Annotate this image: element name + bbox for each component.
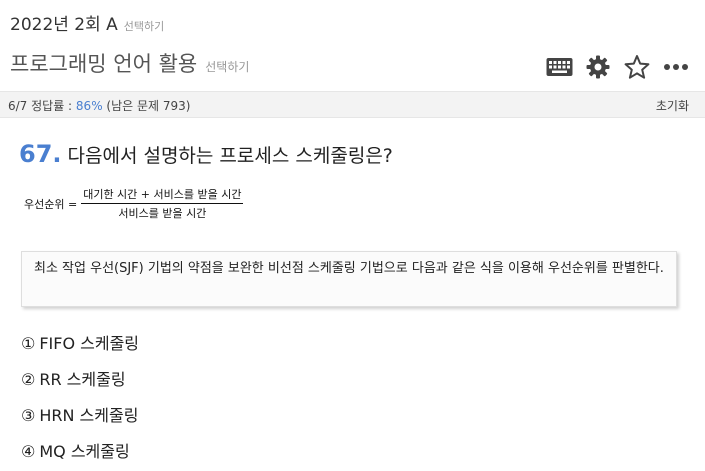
remaining-count: (남은 문제 793) <box>102 99 191 113</box>
choice-2-mark: ② <box>21 370 36 389</box>
formula-denominator: 서비스를 받을 시간 <box>118 207 207 220</box>
explanation-text: 최소 작업 우선(SJF) 기법의 약점을 보완한 비선점 스케줄링 기법으로 … <box>34 261 664 276</box>
subject-title: 프로그래밍 언어 활용 선택하기 <box>10 48 249 78</box>
question-number: 67. <box>19 140 62 168</box>
choice-2-label: RR 스케줄링 <box>39 370 126 389</box>
explanation-box: 최소 작업 우선(SJF) 기법의 약점을 보완한 비선점 스케줄링 기법으로 … <box>21 251 677 307</box>
choice-4-mark: ④ <box>21 442 36 461</box>
question-text: 다음에서 설명하는 프로세스 스케줄링은? <box>67 145 393 167</box>
choice-1[interactable]: ① FIFO 스케줄링 <box>21 330 139 354</box>
gear-icon[interactable] <box>583 52 613 82</box>
choice-2[interactable]: ② RR 스케줄링 <box>21 366 126 390</box>
formula-lhs: 우선순위 = <box>24 197 78 211</box>
subject-title-text: 프로그래밍 언어 활용 <box>10 52 198 76</box>
choice-3-label: HRN 스케줄링 <box>39 406 139 425</box>
keyboard-icon[interactable] <box>544 52 574 82</box>
formula-numerator: 대기한 시간 + 서비스를 받을 시간 <box>81 186 244 204</box>
choice-4-label: MQ 스케줄링 <box>39 442 130 461</box>
choice-1-label: FIFO 스케줄링 <box>39 334 140 353</box>
exam-title-text: 2022년 2회 A <box>10 15 118 35</box>
progress-text: 6/7 정답률 : 86% (남은 문제 793) <box>8 97 190 114</box>
choice-1-mark: ① <box>21 334 36 353</box>
progress-count: 6/7 정답률 : <box>8 99 76 113</box>
choice-3-mark: ③ <box>21 406 36 425</box>
choice-3[interactable]: ③ HRN 스케줄링 <box>21 402 138 426</box>
choice-4[interactable]: ④ MQ 스케줄링 <box>21 438 130 462</box>
question-header: 67. 다음에서 설명하는 프로세스 스케줄링은? <box>19 140 393 168</box>
correct-rate: 86% <box>75 99 103 113</box>
status-bar: 6/7 정답률 : 86% (남은 문제 793) 초기화 <box>0 91 705 118</box>
formula-fraction: 대기한 시간 + 서비스를 받을 시간 서비스를 받을 시간 <box>81 186 244 221</box>
reset-button[interactable]: 초기화 <box>656 97 689 114</box>
exam-select-link[interactable]: 선택하기 <box>124 20 164 33</box>
exam-title: 2022년 2회 A 선택하기 <box>10 10 164 35</box>
more-icon[interactable] <box>661 52 691 82</box>
subject-select-link[interactable]: 선택하기 <box>205 60 249 74</box>
priority-formula: 우선순위 = 대기한 시간 + 서비스를 받을 시간 서비스를 받을 시간 <box>24 186 244 221</box>
star-icon[interactable] <box>622 52 652 82</box>
toolbar <box>535 52 691 82</box>
